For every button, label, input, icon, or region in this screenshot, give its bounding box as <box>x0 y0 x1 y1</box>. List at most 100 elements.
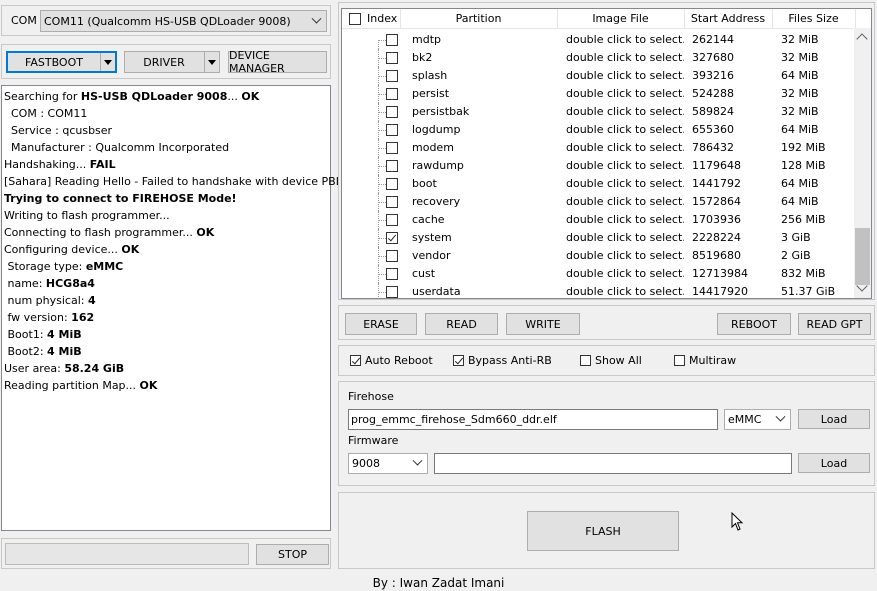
firehose-load-button[interactable]: Load <box>798 409 870 429</box>
table-row[interactable]: cache double click to select... 1703936 256… <box>342 211 853 229</box>
chevron-down-icon <box>412 455 423 466</box>
scroll-thumb[interactable] <box>855 228 870 285</box>
image-file-cell[interactable]: double click to select... <box>566 85 684 103</box>
image-file-cell[interactable]: double click to select... <box>566 157 684 175</box>
row-checkbox[interactable] <box>386 268 398 280</box>
table-row[interactable]: system double click to select... 2228224 3 … <box>342 229 853 247</box>
table-row[interactable]: splash double click to select... 393216 64 … <box>342 67 853 85</box>
row-checkbox[interactable] <box>386 88 398 100</box>
row-checkbox[interactable] <box>386 232 398 244</box>
firmware-version-select[interactable]: 9008 <box>348 453 428 474</box>
header-partition[interactable]: Partition <box>400 9 558 28</box>
write-button[interactable]: WRITE <box>506 313 580 335</box>
log-line: Trying to connect to FIREHOSE Mode! <box>2 190 330 207</box>
image-file-cell[interactable]: double click to select... <box>566 247 684 265</box>
partition-name: splash <box>412 69 448 82</box>
bypass-anti-rb-option[interactable]: Bypass Anti-RB <box>453 354 552 367</box>
row-checkbox[interactable] <box>386 52 398 64</box>
image-file-cell[interactable]: double click to select... <box>566 175 684 193</box>
header-image-file[interactable]: Image File <box>557 9 685 28</box>
fastboot-dropdown-arrow[interactable] <box>100 53 115 71</box>
image-file-cell[interactable]: double click to select... <box>566 283 684 298</box>
multiraw-checkbox[interactable] <box>674 355 685 366</box>
start-address: 1703936 <box>692 213 741 226</box>
file-size: 32 MiB <box>781 105 819 118</box>
row-checkbox[interactable] <box>386 124 398 136</box>
tree-branch <box>378 274 386 275</box>
row-checkbox[interactable] <box>386 214 398 226</box>
table-row[interactable]: persist double click to select... 524288 32… <box>342 85 853 103</box>
row-select-cell <box>342 103 400 121</box>
row-checkbox[interactable] <box>386 178 398 190</box>
row-checkbox[interactable] <box>386 196 398 208</box>
row-select-cell <box>342 139 400 157</box>
stop-button[interactable]: STOP <box>256 544 329 565</box>
device-manager-button[interactable]: DEVICE MANAGER <box>228 49 327 75</box>
driver-button[interactable]: DRIVER <box>125 56 203 69</box>
table-row[interactable]: mdtp double click to select... 262144 32 Mi… <box>342 31 853 49</box>
firehose-file-input[interactable]: prog_emmc_firehose_Sdm660_ddr.elf <box>348 409 718 430</box>
image-file-cell[interactable]: double click to select... <box>566 139 684 157</box>
read-button[interactable]: READ <box>425 313 498 335</box>
driver-split-button[interactable]: DRIVER <box>124 51 220 73</box>
file-size: 64 MiB <box>781 123 819 136</box>
table-row[interactable]: userdata double click to select... 1441792… <box>342 283 853 298</box>
image-file-cell[interactable]: double click to select... <box>566 229 684 247</box>
fastboot-split-button[interactable]: FASTBOOT <box>6 51 117 73</box>
table-row[interactable]: recovery double click to select... 1572864… <box>342 193 853 211</box>
auto-reboot-checkbox[interactable] <box>350 355 361 366</box>
log-line: name: HCG8a4 <box>2 275 330 292</box>
firmware-load-button[interactable]: Load <box>798 453 870 473</box>
start-address: 393216 <box>692 69 734 82</box>
row-checkbox[interactable] <box>386 142 398 154</box>
image-file-cell[interactable]: double click to select... <box>566 265 684 283</box>
table-row[interactable]: persistbak double click to select... 58982… <box>342 103 853 121</box>
driver-dropdown-arrow[interactable] <box>204 52 219 72</box>
row-checkbox[interactable] <box>386 286 398 298</box>
table-row[interactable]: vendor double click to select... 8519680 2 … <box>342 247 853 265</box>
table-row[interactable]: bk2 double click to select... 327680 32 MiB <box>342 49 853 67</box>
image-file-cell[interactable]: double click to select... <box>566 67 684 85</box>
reboot-button[interactable]: REBOOT <box>717 313 791 335</box>
row-checkbox[interactable] <box>386 250 398 262</box>
flash-button[interactable]: FLASH <box>527 511 679 551</box>
table-row[interactable]: modem double click to select... 786432 192 … <box>342 139 853 157</box>
table-row[interactable]: rawdump double click to select... 1179648 1… <box>342 157 853 175</box>
scroll-up-icon[interactable] <box>856 33 868 45</box>
start-address: 262144 <box>692 33 734 46</box>
image-file-cell[interactable]: double click to select... <box>566 31 684 49</box>
row-checkbox[interactable] <box>386 106 398 118</box>
multiraw-option[interactable]: Multiraw <box>674 354 736 367</box>
storage-type-select[interactable]: eMMC <box>724 409 791 430</box>
auto-reboot-option[interactable]: Auto Reboot <box>350 354 433 367</box>
com-port-select[interactable]: COM11 (Qualcomm HS-USB QDLoader 9008) <box>40 10 327 32</box>
options-panel: Auto Reboot Bypass Anti-RB Show All Mult… <box>338 345 875 376</box>
image-file-cell[interactable]: double click to select... <box>566 121 684 139</box>
read-gpt-button[interactable]: READ GPT <box>798 313 871 335</box>
header-index[interactable]: Index <box>342 9 401 28</box>
select-all-checkbox[interactable] <box>349 13 361 25</box>
bypass-anti-rb-checkbox[interactable] <box>453 355 464 366</box>
image-file-cell[interactable]: double click to select... <box>566 103 684 121</box>
image-file-cell[interactable]: double click to select... <box>566 193 684 211</box>
erase-button[interactable]: ERASE <box>345 313 417 335</box>
table-row[interactable]: boot double click to select... 1441792 64 M… <box>342 175 853 193</box>
firmware-path-input[interactable] <box>434 453 792 474</box>
flash-panel: FLASH <box>338 492 875 569</box>
header-start-address[interactable]: Start Address <box>684 9 773 28</box>
fastboot-button[interactable]: FASTBOOT <box>8 56 100 69</box>
image-file-cell[interactable]: double click to select... <box>566 49 684 67</box>
row-checkbox[interactable] <box>386 160 398 172</box>
partition-panel: Index Partition Image File Start Address… <box>338 2 875 300</box>
image-file-cell[interactable]: double click to select... <box>566 211 684 229</box>
log-line: Boot2: 4 MiB <box>2 343 330 360</box>
table-scrollbar[interactable] <box>854 28 871 298</box>
show-all-option[interactable]: Show All <box>580 354 642 367</box>
log-text: Handshaking... <box>4 158 90 171</box>
row-checkbox[interactable] <box>386 70 398 82</box>
show-all-checkbox[interactable] <box>580 355 591 366</box>
header-files-size[interactable]: Files Size <box>772 9 856 28</box>
table-row[interactable]: logdump double click to select... 655360 64… <box>342 121 853 139</box>
row-checkbox[interactable] <box>386 34 398 46</box>
table-row[interactable]: cust double click to select... 12713984 832… <box>342 265 853 283</box>
